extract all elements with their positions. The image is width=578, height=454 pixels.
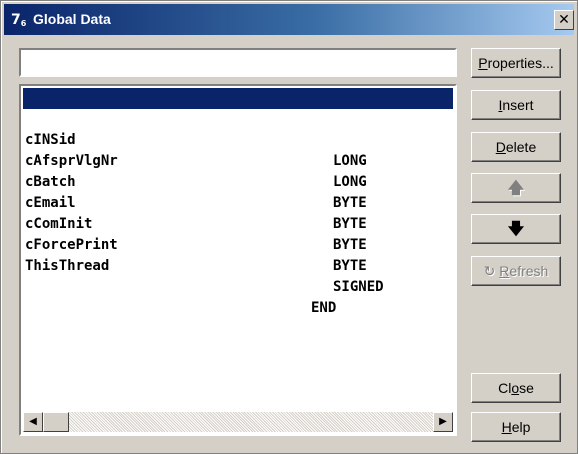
list-row-parmsclass[interactable]: ParmsClass CLASS,TYPE: [23, 88, 453, 148]
list-row-ccominit[interactable]: cComInit BYTE: [23, 193, 453, 253]
list-row-thisthread[interactable]: ThisThread SIGNED: [23, 235, 453, 295]
list-row-cafsprvlgnr[interactable]: cAfsprVlgNr LONG: [23, 130, 453, 190]
list-row-cbatch[interactable]: cBatch BYTE: [23, 151, 453, 211]
refresh-button[interactable]: ↻ Refresh: [471, 256, 561, 286]
global-data-dialog: 76 Global Data ✕ ParmsClass CLASS,TYPE c…: [0, 0, 578, 454]
move-down-button[interactable]: 🡇: [471, 214, 561, 244]
list-row-end[interactable]: END: [23, 256, 453, 316]
name-input[interactable]: [19, 48, 457, 77]
close-button[interactable]: Close: [471, 373, 561, 403]
horizontal-scrollbar[interactable]: ◀ ▶: [23, 412, 453, 432]
scroll-left-icon[interactable]: ◀: [23, 412, 43, 432]
close-icon[interactable]: ✕: [554, 10, 574, 30]
list-row-cemail[interactable]: cEmail BYTE: [23, 172, 453, 232]
app-icon: 76: [11, 12, 29, 28]
help-button[interactable]: Help: [471, 412, 561, 442]
insert-button[interactable]: Insert: [471, 90, 561, 120]
scroll-right-icon[interactable]: ▶: [433, 412, 453, 432]
app-icon-subscript: 6: [20, 19, 27, 28]
delete-button[interactable]: Delete: [471, 132, 561, 162]
refresh-icon: ↻: [483, 263, 500, 279]
row-type: SIGNED: [333, 279, 384, 295]
arrow-up-icon: 🡅: [507, 178, 525, 197]
row-type: END: [311, 300, 337, 316]
list-row-cforceprint[interactable]: cForcePrint BYTE: [23, 214, 453, 274]
arrow-down-icon: 🡇: [507, 219, 525, 238]
app-icon-glyph: 7: [11, 12, 21, 28]
global-data-list[interactable]: ParmsClass CLASS,TYPE cINSid LONG cAfspr…: [19, 84, 457, 436]
title-bar[interactable]: 76 Global Data ✕: [4, 4, 574, 35]
list-row-cinsid[interactable]: cINSid LONG: [23, 109, 453, 169]
properties-button[interactable]: Properties...: [471, 48, 561, 78]
window-title: Global Data: [33, 11, 111, 27]
scroll-thumb[interactable]: [43, 412, 69, 432]
move-up-button[interactable]: 🡅: [471, 173, 561, 203]
